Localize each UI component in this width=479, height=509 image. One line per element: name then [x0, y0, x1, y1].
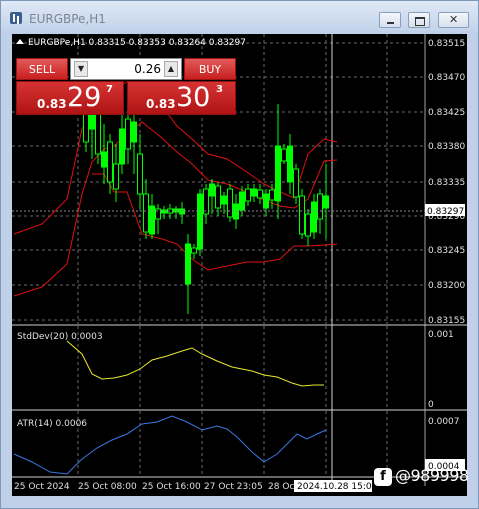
buy-price-prefix: 0.83	[146, 97, 176, 111]
price-axis-labels: 0.83515 0.83470 0.83425 0.83380 0.83335 …	[428, 39, 465, 326]
buy-price-pips: 30	[176, 82, 211, 113]
atr-label: ATR(14) 0.0006	[17, 419, 87, 429]
chart-app-icon	[10, 12, 22, 24]
stddev-level: 0.001	[428, 330, 454, 340]
window-title: EURGBPe,H1	[29, 12, 106, 26]
price-label: 0.83515	[428, 39, 465, 49]
sell-price-prefix: 0.83	[37, 97, 67, 111]
atr-grid	[77, 411, 388, 476]
stddev-line	[66, 340, 324, 387]
current-price-label: 0.83297	[427, 207, 464, 217]
lot-size-stepper[interactable]: ▼ 0.26 ▲	[70, 58, 182, 80]
sell-price-point: 7	[106, 84, 113, 95]
watermark-text: @989998	[395, 466, 469, 485]
time-label: 25 Oct 16:00	[142, 482, 201, 492]
sell-button[interactable]: SELL	[16, 58, 68, 80]
time-label: 25 Oct 2024	[14, 482, 70, 492]
sell-price-button[interactable]: 0.83 29 7	[16, 81, 124, 115]
candles	[83, 94, 329, 314]
lot-decrease-icon[interactable]: ▼	[74, 61, 88, 77]
price-label: 0.83470	[428, 73, 465, 83]
buy-price-point: 3	[216, 84, 223, 95]
price-label: 0.83200	[428, 281, 465, 291]
minimize-icon	[387, 22, 394, 24]
close-button[interactable]: ✕	[438, 12, 469, 28]
price-label: 0.83425	[428, 108, 465, 118]
time-label: 27 Oct 23:05	[204, 482, 263, 492]
maximize-button[interactable]	[408, 12, 430, 28]
lot-increase-icon[interactable]: ▲	[164, 61, 178, 77]
price-label: 0.83335	[428, 178, 465, 188]
one-click-trading-panel: SELL ▼ 0.26 ▲ BUY 0.83 29 7 0.83 30 3	[16, 58, 236, 115]
watermark: f @989998	[374, 466, 479, 488]
price-label: 0.83245	[428, 246, 465, 256]
title-bar[interactable]: EURGBPe,H1 ✕	[1, 1, 478, 31]
watermark-logo-icon: f	[374, 468, 392, 486]
time-label: 25 Oct 08:00	[78, 482, 137, 492]
atr-level: 0.0007	[428, 417, 460, 427]
lot-size-value[interactable]: 0.26	[91, 62, 161, 76]
minimize-button[interactable]	[379, 12, 401, 28]
buy-price-button[interactable]: 0.83 30 3	[127, 81, 236, 115]
time-axis-labels: 25 Oct 2024 25 Oct 08:00 25 Oct 16:00 27…	[14, 482, 327, 492]
price-label: 0.83380	[428, 142, 465, 152]
close-icon: ✕	[449, 13, 459, 26]
maximize-icon	[415, 17, 425, 26]
buy-button[interactable]: BUY	[184, 58, 236, 80]
chart-header: EURGBPe,H1 0.83315 0.83353 0.83264 0.832…	[28, 38, 246, 48]
cursor-time-label: 2024.10.28 15:00	[297, 482, 378, 492]
stddev-label: StdDev(20) 0.0003	[17, 332, 103, 342]
collapse-arrow-icon[interactable]	[16, 39, 24, 44]
sell-price-pips: 29	[67, 82, 102, 113]
stddev-level: 0	[428, 400, 434, 410]
